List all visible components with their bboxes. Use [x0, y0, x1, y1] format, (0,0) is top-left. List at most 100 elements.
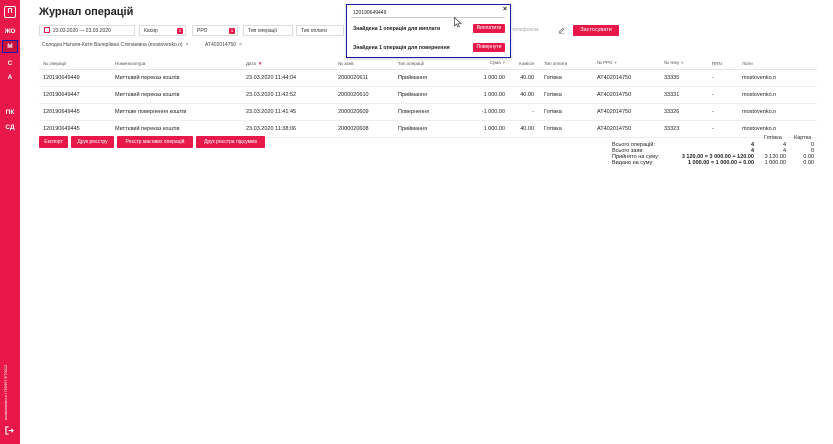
cell-rro: AT402014750	[593, 69, 660, 87]
operation-search-input[interactable]: 120190649449	[351, 8, 505, 18]
cell-name: Миттєвий переказ коштів	[111, 86, 242, 104]
cell-pay: Готівка	[540, 86, 593, 104]
cell-type: Приймання	[394, 86, 460, 104]
cell-pay: Готівка	[540, 103, 593, 121]
col-header-date[interactable]: Дата ▼	[242, 58, 334, 70]
cell-date: 23.03.2020 11:41:45	[242, 103, 334, 121]
cell-name: Миттєвий переказ коштів	[111, 69, 242, 87]
prro-count-badge: 1	[229, 28, 235, 34]
cell-fee: 40.00	[511, 86, 540, 104]
col-header-sum[interactable]: Сума ▾	[460, 58, 511, 70]
table-row[interactable]: 120190649447 Миттєвий переказ коштів 23.…	[39, 86, 817, 104]
payment-type-filter[interactable]: Тип оплати	[296, 25, 344, 36]
summary-card: 0.00	[803, 160, 814, 166]
user-info-vertical: mostovenko.n / ПФФП ФТ0012	[3, 364, 8, 420]
col-header-sum-label: Сума	[489, 60, 501, 66]
sort-icon[interactable]: ▾	[681, 60, 683, 65]
col-header-req[interactable]: № заяв	[334, 58, 394, 70]
sidebar-item-sd[interactable]: СД	[0, 124, 20, 131]
logout-icon[interactable]	[5, 426, 14, 435]
table-row[interactable]: 120190649445 Миттєвий переказ коштів 23.…	[39, 120, 817, 138]
table-row[interactable]: 120190649445 Миттєве повернення коштів 2…	[39, 103, 817, 121]
mouse-cursor-icon	[454, 17, 462, 28]
cell-rrn: -	[708, 120, 738, 138]
sidebar-item-a[interactable]: А	[0, 74, 20, 81]
remove-tag-icon[interactable]: ×	[239, 42, 242, 48]
cell-op: 120190649447	[39, 86, 111, 104]
col-header-type[interactable]: Тип операції	[394, 58, 460, 70]
cell-rrn: -	[708, 103, 738, 121]
sidebar-item-pk[interactable]: ПК	[0, 109, 20, 116]
operation-type-label: Тип операції	[248, 28, 277, 34]
cashier-filter[interactable]: Касир 1	[139, 25, 186, 36]
cell-check: 33335	[660, 69, 708, 87]
cell-login: mostovenko.n	[738, 86, 817, 104]
cell-req: 2000020611	[334, 69, 394, 87]
filter-tag-cashier[interactable]: Солодка Наталя-Катя Валеріївна Степанівн…	[42, 42, 189, 48]
sidebar: П ЖО М С А ПК СД mostovenko.n / ПФФП ФТ0…	[0, 0, 20, 444]
cell-fee: 40.00	[511, 69, 540, 87]
cell-type: Приймання	[394, 69, 460, 87]
close-icon[interactable]: ×	[503, 6, 507, 13]
summary-total: 1 000.00 = 1 000.00 + 0.00	[687, 160, 754, 166]
return-button[interactable]: Повернути	[473, 43, 505, 52]
payout-found-text: Знайдена 1 операція для виплати	[353, 26, 441, 32]
cell-check: 33326	[660, 103, 708, 121]
date-range-filter[interactable]: 23.03.2020 — 23.03.2020	[39, 25, 135, 36]
col-header-check[interactable]: № чеку ▾	[660, 58, 708, 70]
cell-check: 33323	[660, 120, 708, 138]
col-header-check-label: № чеку	[664, 60, 680, 66]
sort-desc-icon[interactable]: ▼	[258, 61, 262, 66]
sort-icon[interactable]: ▾	[614, 60, 616, 65]
remove-tag-icon[interactable]: ×	[186, 42, 189, 48]
sort-icon[interactable]: ▾	[503, 60, 505, 65]
filter-tag-prro[interactable]: AT402014750 ×	[205, 42, 242, 48]
sidebar-item-m[interactable]: М	[2, 40, 18, 53]
cell-op: 120190649449	[39, 69, 111, 87]
cell-req: 2000020609	[334, 103, 394, 121]
print-registry-button[interactable]: Друк реєстру	[71, 136, 114, 148]
table-header-row: № операції Номенклатура Дата ▼ № заяв Тип…	[39, 58, 817, 70]
cell-req: 2000020608	[334, 120, 394, 138]
col-header-login[interactable]: Логін	[738, 58, 817, 70]
col-header-pay[interactable]: Тип оплати	[540, 58, 593, 70]
summary-row: Видано на суму: 1 000.00 = 1 000.00 + 0.…	[612, 160, 817, 166]
phone-search-placeholder[interactable]: телефоном	[512, 27, 538, 33]
cell-sum: 1 000.00	[460, 86, 511, 104]
cell-fee: 40.00	[511, 120, 540, 138]
cell-rro: AT402014750	[593, 86, 660, 104]
filter-tag-label: AT402014750	[205, 42, 237, 48]
col-header-rro[interactable]: № РРО ▾	[593, 58, 660, 70]
prro-filter-label: РРО	[197, 28, 208, 34]
col-header-fee[interactable]: Комісія	[511, 58, 540, 70]
edit-icon[interactable]	[558, 27, 565, 34]
cell-name: Миттєвий переказ коштів	[111, 120, 242, 138]
return-found-text: Знайдена 1 операція для повернення	[353, 45, 450, 51]
cell-op: 120190649445	[39, 103, 111, 121]
app-logo[interactable]: П	[4, 6, 16, 18]
payout-button[interactable]: Виплатити	[473, 24, 505, 33]
apply-button[interactable]: Застосувати	[573, 25, 619, 36]
summary-col-cash: Готівка	[764, 135, 782, 141]
summary-cash: 1 000.00	[764, 160, 786, 166]
calendar-icon	[44, 27, 50, 33]
operation-type-filter[interactable]: Тип операції	[243, 25, 293, 36]
col-header-op[interactable]: № операції	[39, 58, 111, 70]
cell-type: Приймання	[394, 120, 460, 138]
cell-sum: -1 000.00	[460, 103, 511, 121]
cell-type: Повернення	[394, 103, 460, 121]
col-header-rrn[interactable]: RRN	[708, 58, 738, 70]
cell-sum: 1 000.00	[460, 120, 511, 138]
sidebar-item-zho[interactable]: ЖО	[0, 28, 20, 35]
print-totals-button[interactable]: Друк реєстра підсумків	[196, 136, 265, 148]
export-button[interactable]: Експорт	[39, 136, 68, 148]
cell-name: Миттєве повернення коштів	[111, 103, 242, 121]
mass-registry-button[interactable]: Реєстр масових операцій	[117, 136, 193, 148]
prro-filter[interactable]: РРО 1	[192, 25, 238, 36]
table-row[interactable]: 120190649449 Миттєвий переказ коштів 23.…	[39, 69, 817, 87]
cell-pay: Готівка	[540, 69, 593, 87]
cell-date: 23.03.2020 11:44:04	[242, 69, 334, 87]
col-header-name[interactable]: Номенклатура	[111, 58, 242, 70]
sidebar-item-s[interactable]: С	[0, 60, 20, 67]
cashier-count-badge: 1	[177, 28, 183, 34]
